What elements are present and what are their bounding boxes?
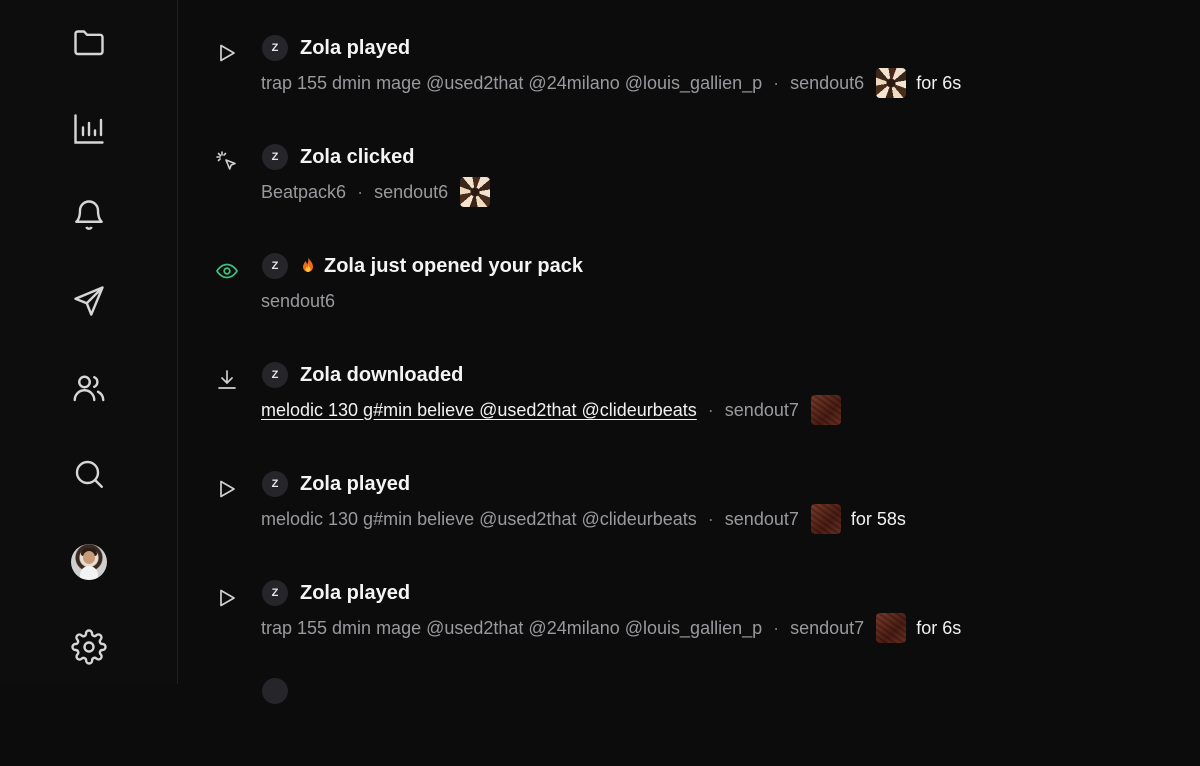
activity-meta: melodic 130 g#min believe @used2that @cl…	[261, 504, 906, 534]
user-badge: Z	[262, 580, 288, 606]
play-duration: for 6s	[916, 617, 962, 638]
feed-item: Z Zola played melodic 130 g#min believe …	[178, 448, 1200, 548]
user-badge: Z	[262, 144, 288, 170]
track-link[interactable]: melodic 130 g#min believe @used2that @cl…	[261, 400, 697, 421]
eye-icon[interactable]	[214, 258, 240, 284]
pack-thumbnail	[810, 504, 841, 534]
bell-icon[interactable]	[70, 196, 108, 234]
feed-item: Z Zola just opened your pack sendout6	[178, 230, 1200, 330]
user-badge: Z	[262, 471, 288, 497]
user-badge: Z	[262, 362, 288, 388]
sendout-name: sendout6	[790, 72, 865, 93]
activity-meta: Beatpack6 · sendout6	[261, 177, 491, 207]
feed-item: Z Zola downloaded melodic 130 g#min beli…	[178, 339, 1200, 439]
separator: ·	[773, 617, 780, 638]
feed-item-partial	[178, 666, 1200, 766]
activity-title: Zola clicked	[300, 146, 415, 168]
chart-icon[interactable]	[70, 110, 108, 148]
user-badge: Z	[262, 35, 288, 61]
send-icon[interactable]	[70, 282, 108, 320]
play-duration: for 58s	[850, 508, 906, 529]
separator: ·	[773, 72, 780, 93]
feed-item: Z Zola clicked Beatpack6 · sendout6	[178, 121, 1200, 221]
click-icon[interactable]	[214, 149, 240, 175]
track-name: trap 155 dmin mage @used2that @24milano …	[261, 617, 763, 638]
folder-icon[interactable]	[70, 23, 108, 61]
separator: ·	[357, 181, 364, 202]
track-name: melodic 130 g#min believe @used2that @cl…	[261, 508, 697, 529]
sendout-name: sendout7	[724, 399, 799, 420]
activity-title: Zola just opened your pack	[300, 253, 583, 279]
activity-title-text: Zola just opened your pack	[324, 255, 583, 277]
sendout-name: sendout7	[790, 617, 865, 638]
pack-name: Beatpack6	[261, 181, 347, 202]
play-icon[interactable]	[214, 476, 240, 502]
users-icon[interactable]	[70, 369, 108, 407]
activity-meta: melodic 130 g#min believe @used2that @cl…	[261, 395, 841, 425]
activity-meta: sendout6	[261, 288, 335, 314]
pack-thumbnail	[460, 177, 491, 207]
play-icon[interactable]	[214, 585, 240, 611]
track-name: trap 155 dmin mage @used2that @24milano …	[261, 72, 763, 93]
pack-thumbnail	[876, 613, 907, 643]
separator: ·	[707, 508, 714, 529]
activity-title: Zola downloaded	[300, 364, 464, 386]
activity-title: Zola played	[300, 582, 411, 604]
pack-thumbnail	[810, 395, 841, 425]
sidebar	[0, 0, 178, 684]
sendout-name: sendout6	[261, 290, 336, 311]
activity-title: Zola played	[300, 37, 411, 59]
activity-title: Zola played	[300, 473, 411, 495]
gear-icon[interactable]	[70, 628, 108, 666]
separator: ·	[707, 399, 714, 420]
feed-item: Z Zola played trap 155 dmin mage @used2t…	[178, 12, 1200, 112]
activity-meta: trap 155 dmin mage @used2that @24milano …	[261, 613, 962, 643]
play-duration: for 6s	[916, 72, 962, 93]
activity-meta: trap 155 dmin mage @used2that @24milano …	[261, 68, 962, 98]
user-badge	[262, 678, 288, 704]
pack-thumbnail	[876, 68, 907, 98]
activity-feed: Z Zola played trap 155 dmin mage @used2t…	[178, 0, 1200, 704]
download-icon[interactable]	[214, 367, 240, 393]
search-icon[interactable]	[70, 455, 108, 493]
feed-item: Z Zola played trap 155 dmin mage @used2t…	[178, 557, 1200, 657]
sendout-name: sendout6	[374, 181, 449, 202]
user-badge: Z	[262, 253, 288, 279]
avatar[interactable]	[71, 544, 107, 580]
sendout-name: sendout7	[724, 508, 799, 529]
play-icon[interactable]	[214, 40, 240, 66]
fire-icon	[303, 257, 313, 272]
